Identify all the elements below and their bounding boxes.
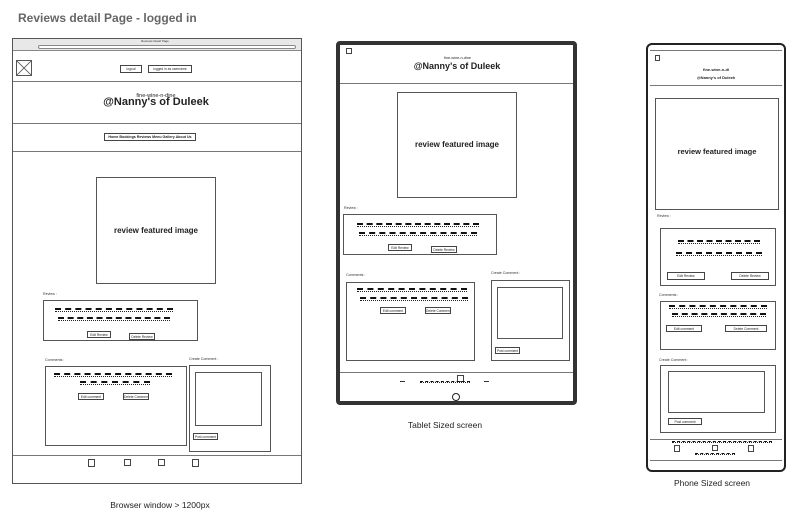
review-label: Review : — [43, 292, 57, 296]
tablet-caption: Tablet Sized screen — [407, 420, 483, 430]
logged-in-as-button[interactable]: logged in as username — [148, 65, 192, 73]
delete-review-button[interactable]: Delete Review — [731, 272, 769, 280]
comment-text — [672, 313, 766, 317]
phone-bottom-bar — [650, 460, 782, 461]
post-comment-button[interactable]: Post comment — [668, 418, 702, 425]
edit-review-button[interactable]: Edit Review — [667, 272, 705, 280]
create-comment-label: Create Comment : — [659, 358, 689, 362]
brand-name: @Nanny's of Duleek — [103, 96, 209, 108]
review-label: Review : — [344, 206, 358, 210]
review-text — [678, 240, 760, 244]
social-icon[interactable] — [88, 459, 95, 467]
main-nav[interactable]: Home Bookings Reviews Menu Gallery About… — [104, 133, 196, 141]
comment-text — [54, 373, 172, 377]
comments-label: Comments : — [346, 273, 366, 277]
phone-speaker — [650, 50, 782, 51]
create-comment-label: Create Comment : — [491, 271, 521, 275]
phone-caption: Phone Sized screen — [673, 478, 751, 488]
review-text — [359, 232, 477, 236]
delete-review-button[interactable]: Delete Review — [129, 333, 155, 340]
comment-text — [360, 297, 468, 301]
divider — [13, 151, 301, 152]
edit-comment-button[interactable]: Edit comment — [380, 307, 406, 314]
url-field[interactable] — [38, 45, 296, 49]
post-comment-button[interactable]: Post comment — [193, 433, 218, 440]
logo-image[interactable] — [655, 55, 660, 61]
social-icon[interactable] — [400, 381, 405, 382]
social-icon[interactable] — [158, 459, 165, 466]
social-icon[interactable] — [712, 445, 718, 451]
featured-image-label: review featured image — [671, 147, 763, 156]
social-icon[interactable] — [484, 381, 489, 382]
comment-text — [357, 288, 467, 292]
comments-box — [45, 366, 187, 446]
footer-text — [420, 381, 470, 383]
edit-review-button[interactable]: Edit Review — [388, 244, 412, 251]
comments-box — [346, 282, 475, 361]
social-icon[interactable] — [192, 459, 199, 467]
featured-image-label: review featured image — [410, 140, 504, 149]
address-bar: Reviews Detail Page — [141, 39, 169, 43]
footer-divider — [340, 372, 573, 373]
delete-comment-button[interactable]: Delete Comment — [123, 393, 149, 400]
home-button-icon[interactable] — [452, 393, 460, 401]
featured-image-label: review featured image — [110, 226, 202, 235]
footer-divider — [650, 439, 782, 440]
create-comment-label: Create Comment : — [189, 357, 219, 361]
review-text — [55, 308, 173, 312]
review-text — [58, 317, 170, 321]
brand-tagline: fine-wine-n-di — [703, 67, 729, 72]
edit-comment-button[interactable]: Edit comment — [78, 393, 104, 400]
social-icon[interactable] — [748, 445, 754, 452]
comment-text — [669, 305, 767, 309]
brand-name: @Nanny's of Duleek — [413, 61, 501, 71]
divider — [650, 85, 782, 86]
post-comment-button[interactable]: Post comment — [495, 347, 520, 354]
comments-label: Comments : — [659, 293, 679, 297]
comment-textarea[interactable] — [668, 371, 765, 413]
divider — [13, 123, 301, 124]
footer-text — [672, 441, 772, 443]
comment-text — [80, 381, 150, 385]
comment-textarea[interactable] — [497, 287, 563, 339]
logo-image[interactable] — [16, 60, 32, 76]
delete-review-button[interactable]: Delete Review — [431, 246, 457, 253]
edit-comment-button[interactable]: Edit comment — [666, 325, 702, 332]
brand-tagline: fine-wine-n-dine — [443, 56, 471, 60]
browser-caption: Browser window > 1200px — [110, 500, 210, 510]
review-text — [357, 223, 479, 227]
footer-text — [695, 453, 735, 455]
review-text — [676, 252, 762, 256]
social-icon[interactable] — [124, 459, 131, 466]
comment-textarea[interactable] — [195, 372, 262, 426]
brand-name: @Nanny's of Duleek — [696, 75, 736, 80]
edit-review-button[interactable]: Edit Review — [87, 331, 111, 338]
footer-divider — [13, 455, 301, 456]
logo-image[interactable] — [346, 48, 352, 54]
page-title: Reviews detail Page - logged in — [18, 11, 197, 25]
logo-placeholder-icon — [17, 61, 31, 75]
comments-label: Comments : — [45, 358, 65, 362]
delete-comment-button[interactable]: Delete Comment — [425, 307, 451, 314]
logout-button[interactable]: logout — [120, 65, 142, 73]
review-label: Review : — [657, 214, 671, 218]
delete-comment-button[interactable]: Delete Comment — [725, 325, 767, 332]
social-icon[interactable] — [674, 445, 680, 452]
